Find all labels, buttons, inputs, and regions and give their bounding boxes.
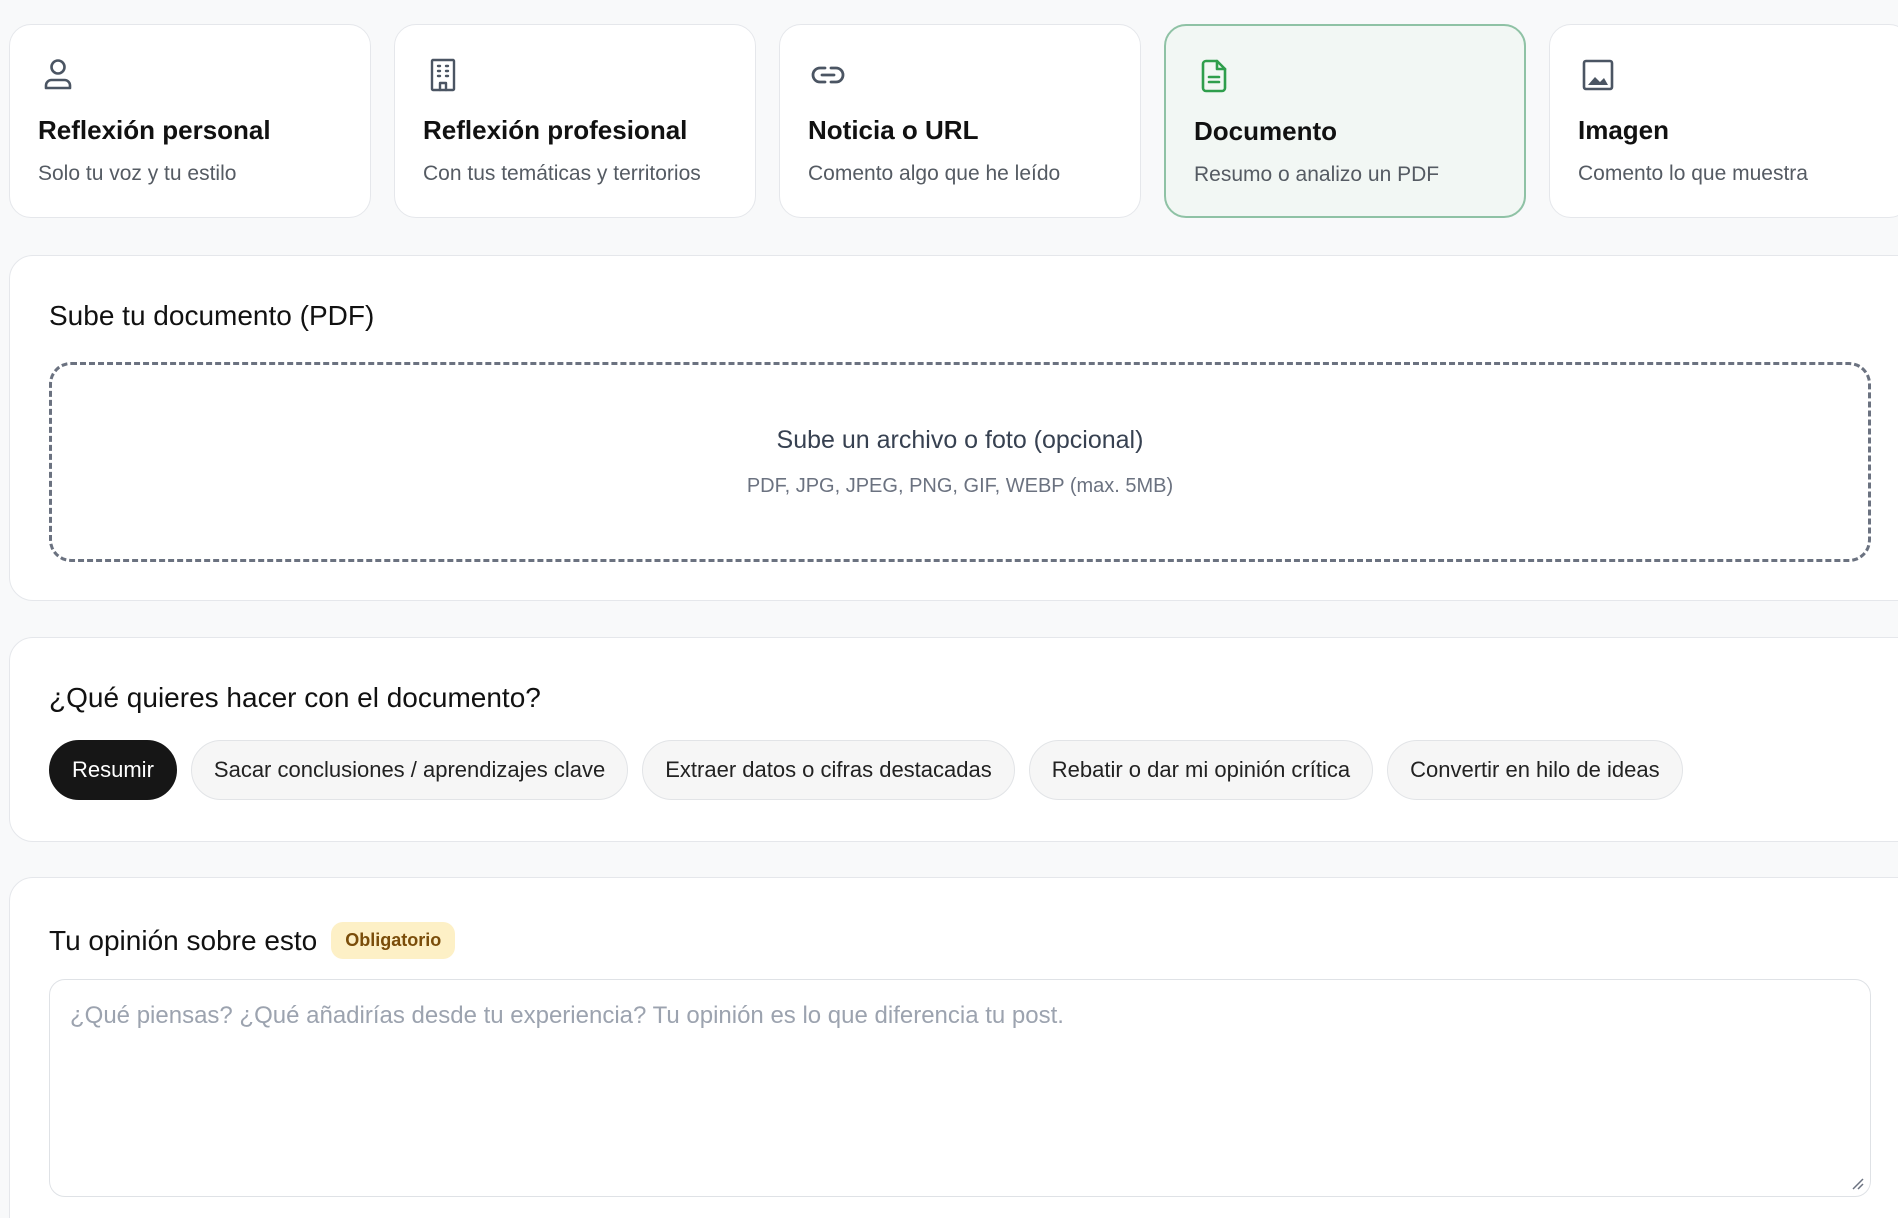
upload-panel: Sube tu documento (PDF) Sube un archivo … — [9, 255, 1898, 601]
option-thread[interactable]: Convertir en hilo de ideas — [1387, 740, 1683, 800]
mode-subtitle: Comento lo que muestra — [1578, 162, 1808, 185]
building-icon — [423, 55, 463, 95]
file-dropzone[interactable]: Sube un archivo o foto (opcional) PDF, J… — [49, 362, 1871, 562]
resize-handle-icon[interactable] — [1848, 1174, 1864, 1190]
action-panel: ¿Qué quieres hacer con el documento? Res… — [9, 637, 1898, 842]
mode-subtitle: Solo tu voz y tu estilo — [38, 162, 237, 185]
option-rebut[interactable]: Rebatir o dar mi opinión crítica — [1028, 740, 1374, 800]
mode-subtitle: Comento algo que he leído — [808, 162, 1061, 185]
document-icon — [1194, 56, 1234, 96]
opinion-placeholder: ¿Qué piensas? ¿Qué añadirías desde tu ex… — [70, 1002, 1064, 1029]
link-icon — [808, 55, 848, 95]
page: Reflexión personal Solo tu voz y tu esti… — [0, 0, 1898, 1218]
action-title: ¿Qué quieres hacer con el documento? — [49, 682, 541, 713]
mode-card-professional[interactable]: Reflexión profesional Con tus temáticas … — [394, 24, 756, 218]
opinion-title: Tu opinión sobre esto — [49, 924, 318, 956]
mode-card-image[interactable]: Imagen Comento lo que muestra — [1549, 24, 1898, 218]
dropzone-label: Sube un archivo o foto (opcional) — [776, 426, 1144, 454]
mode-card-personal[interactable]: Reflexión personal Solo tu voz y tu esti… — [9, 24, 371, 218]
mode-title: Imagen — [1578, 115, 1670, 145]
option-summarize[interactable]: Resumir — [49, 740, 177, 800]
mode-title: Documento — [1194, 116, 1337, 146]
opinion-header: Tu opinión sobre esto Obligatorio — [49, 922, 1898, 959]
opinion-textarea[interactable]: ¿Qué piensas? ¿Qué añadirías desde tu ex… — [49, 979, 1871, 1197]
required-badge: Obligatorio — [331, 922, 456, 959]
mode-title: Noticia o URL — [808, 115, 979, 145]
option-extract-data[interactable]: Extraer datos o cifras destacadas — [642, 740, 1015, 800]
mode-card-news-url[interactable]: Noticia o URL Comento algo que he leído — [779, 24, 1141, 218]
mode-subtitle: Resumo o analizo un PDF — [1194, 163, 1440, 186]
upload-title: Sube tu documento (PDF) — [49, 300, 375, 331]
opinion-panel: Tu opinión sobre esto Obligatorio ¿Qué p… — [9, 877, 1898, 1218]
mode-subtitle: Con tus temáticas y territorios — [423, 162, 701, 185]
mode-selector: Reflexión personal Solo tu voz y tu esti… — [9, 24, 1898, 218]
mode-card-document[interactable]: Documento Resumo o analizo un PDF — [1164, 24, 1526, 218]
dropzone-formats: PDF, JPG, JPEG, PNG, GIF, WEBP (max. 5MB… — [746, 475, 1174, 497]
action-options: Resumir Sacar conclusiones / aprendizaje… — [49, 740, 1898, 800]
person-icon — [38, 55, 78, 95]
mode-title: Reflexión personal — [38, 115, 271, 145]
mode-title: Reflexión profesional — [423, 115, 688, 145]
option-conclusions[interactable]: Sacar conclusiones / aprendizajes clave — [190, 740, 629, 800]
image-icon — [1578, 55, 1618, 95]
